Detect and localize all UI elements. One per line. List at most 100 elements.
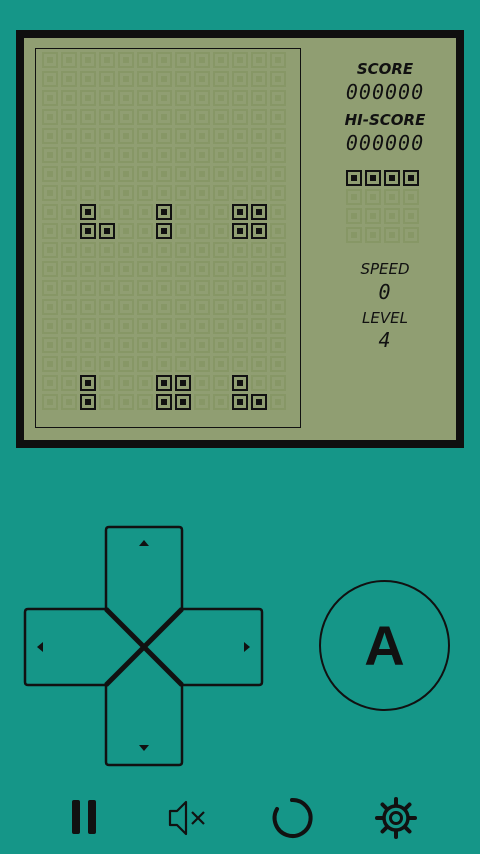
empty-cell <box>232 90 248 106</box>
empty-cell <box>80 261 96 277</box>
restart-button[interactable] <box>270 796 314 840</box>
empty-cell <box>42 204 58 220</box>
empty-cell <box>42 147 58 163</box>
preview-block-cell <box>346 170 362 186</box>
dpad-down-button[interactable] <box>106 685 182 765</box>
pause-button[interactable] <box>62 796 106 840</box>
empty-cell <box>61 147 77 163</box>
preview-empty-cell <box>403 189 419 205</box>
empty-cell <box>270 71 286 87</box>
hiscore-value: 000000 <box>345 131 425 155</box>
empty-cell <box>232 166 248 182</box>
empty-cell <box>42 242 58 258</box>
empty-cell <box>194 185 210 201</box>
empty-cell <box>213 280 229 296</box>
empty-cell <box>42 71 58 87</box>
empty-cell <box>99 166 115 182</box>
empty-cell <box>42 394 58 410</box>
empty-cell <box>61 337 77 353</box>
playfield <box>35 48 301 428</box>
empty-cell <box>175 128 191 144</box>
empty-cell <box>251 128 267 144</box>
empty-cell <box>232 147 248 163</box>
empty-cell <box>175 318 191 334</box>
settings-button[interactable] <box>374 796 418 840</box>
empty-cell <box>42 299 58 315</box>
dpad-up-button[interactable] <box>106 527 182 609</box>
empty-cell <box>137 204 153 220</box>
empty-cell <box>118 280 134 296</box>
empty-cell <box>137 261 153 277</box>
empty-cell <box>194 318 210 334</box>
empty-cell <box>80 337 96 353</box>
empty-cell <box>137 337 153 353</box>
empty-cell <box>118 90 134 106</box>
empty-cell <box>175 147 191 163</box>
empty-cell <box>251 242 267 258</box>
block-cell <box>80 394 96 410</box>
empty-cell <box>232 318 248 334</box>
empty-cell <box>137 318 153 334</box>
empty-cell <box>118 394 134 410</box>
block-cell <box>232 223 248 239</box>
empty-cell <box>251 280 267 296</box>
empty-cell <box>194 166 210 182</box>
empty-cell <box>42 356 58 372</box>
dpad-left-button[interactable] <box>25 609 106 685</box>
empty-cell <box>61 90 77 106</box>
empty-cell <box>194 375 210 391</box>
empty-cell <box>99 318 115 334</box>
empty-cell <box>99 242 115 258</box>
empty-cell <box>61 185 77 201</box>
a-button[interactable]: A <box>319 580 450 711</box>
empty-cell <box>270 166 286 182</box>
empty-cell <box>213 299 229 315</box>
empty-cell <box>42 52 58 68</box>
preview-empty-cell <box>384 227 400 243</box>
empty-cell <box>118 147 134 163</box>
empty-cell <box>61 166 77 182</box>
block-cell <box>156 204 172 220</box>
empty-cell <box>61 375 77 391</box>
empty-cell <box>80 299 96 315</box>
empty-cell <box>251 90 267 106</box>
mute-button[interactable] <box>166 796 210 840</box>
score-value: 000000 <box>345 80 425 104</box>
empty-cell <box>270 356 286 372</box>
empty-cell <box>61 52 77 68</box>
empty-cell <box>194 242 210 258</box>
empty-cell <box>42 337 58 353</box>
empty-cell <box>42 318 58 334</box>
empty-cell <box>251 166 267 182</box>
empty-cell <box>232 280 248 296</box>
empty-cell <box>232 261 248 277</box>
empty-cell <box>80 356 96 372</box>
empty-cell <box>42 166 58 182</box>
empty-cell <box>213 166 229 182</box>
empty-cell <box>118 71 134 87</box>
pause-icon <box>72 800 96 834</box>
preview-block-cell <box>384 170 400 186</box>
empty-cell <box>137 90 153 106</box>
empty-cell <box>213 337 229 353</box>
empty-cell <box>156 337 172 353</box>
empty-cell <box>251 318 267 334</box>
empty-cell <box>118 337 134 353</box>
empty-cell <box>99 375 115 391</box>
empty-cell <box>137 109 153 125</box>
empty-cell <box>156 299 172 315</box>
level-label: LEVEL <box>362 309 408 327</box>
empty-cell <box>251 356 267 372</box>
empty-cell <box>99 299 115 315</box>
empty-cell <box>251 147 267 163</box>
hiscore-label: HI-SCORE <box>344 111 426 129</box>
empty-cell <box>251 299 267 315</box>
empty-cell <box>99 356 115 372</box>
empty-cell <box>118 242 134 258</box>
empty-cell <box>80 52 96 68</box>
game-screen-frame: SCORE 000000 HI-SCORE 000000 SPEED 0 LEV… <box>16 30 464 448</box>
dpad-right-button[interactable] <box>182 609 262 685</box>
empty-cell <box>61 109 77 125</box>
empty-cell <box>156 52 172 68</box>
empty-cell <box>118 356 134 372</box>
